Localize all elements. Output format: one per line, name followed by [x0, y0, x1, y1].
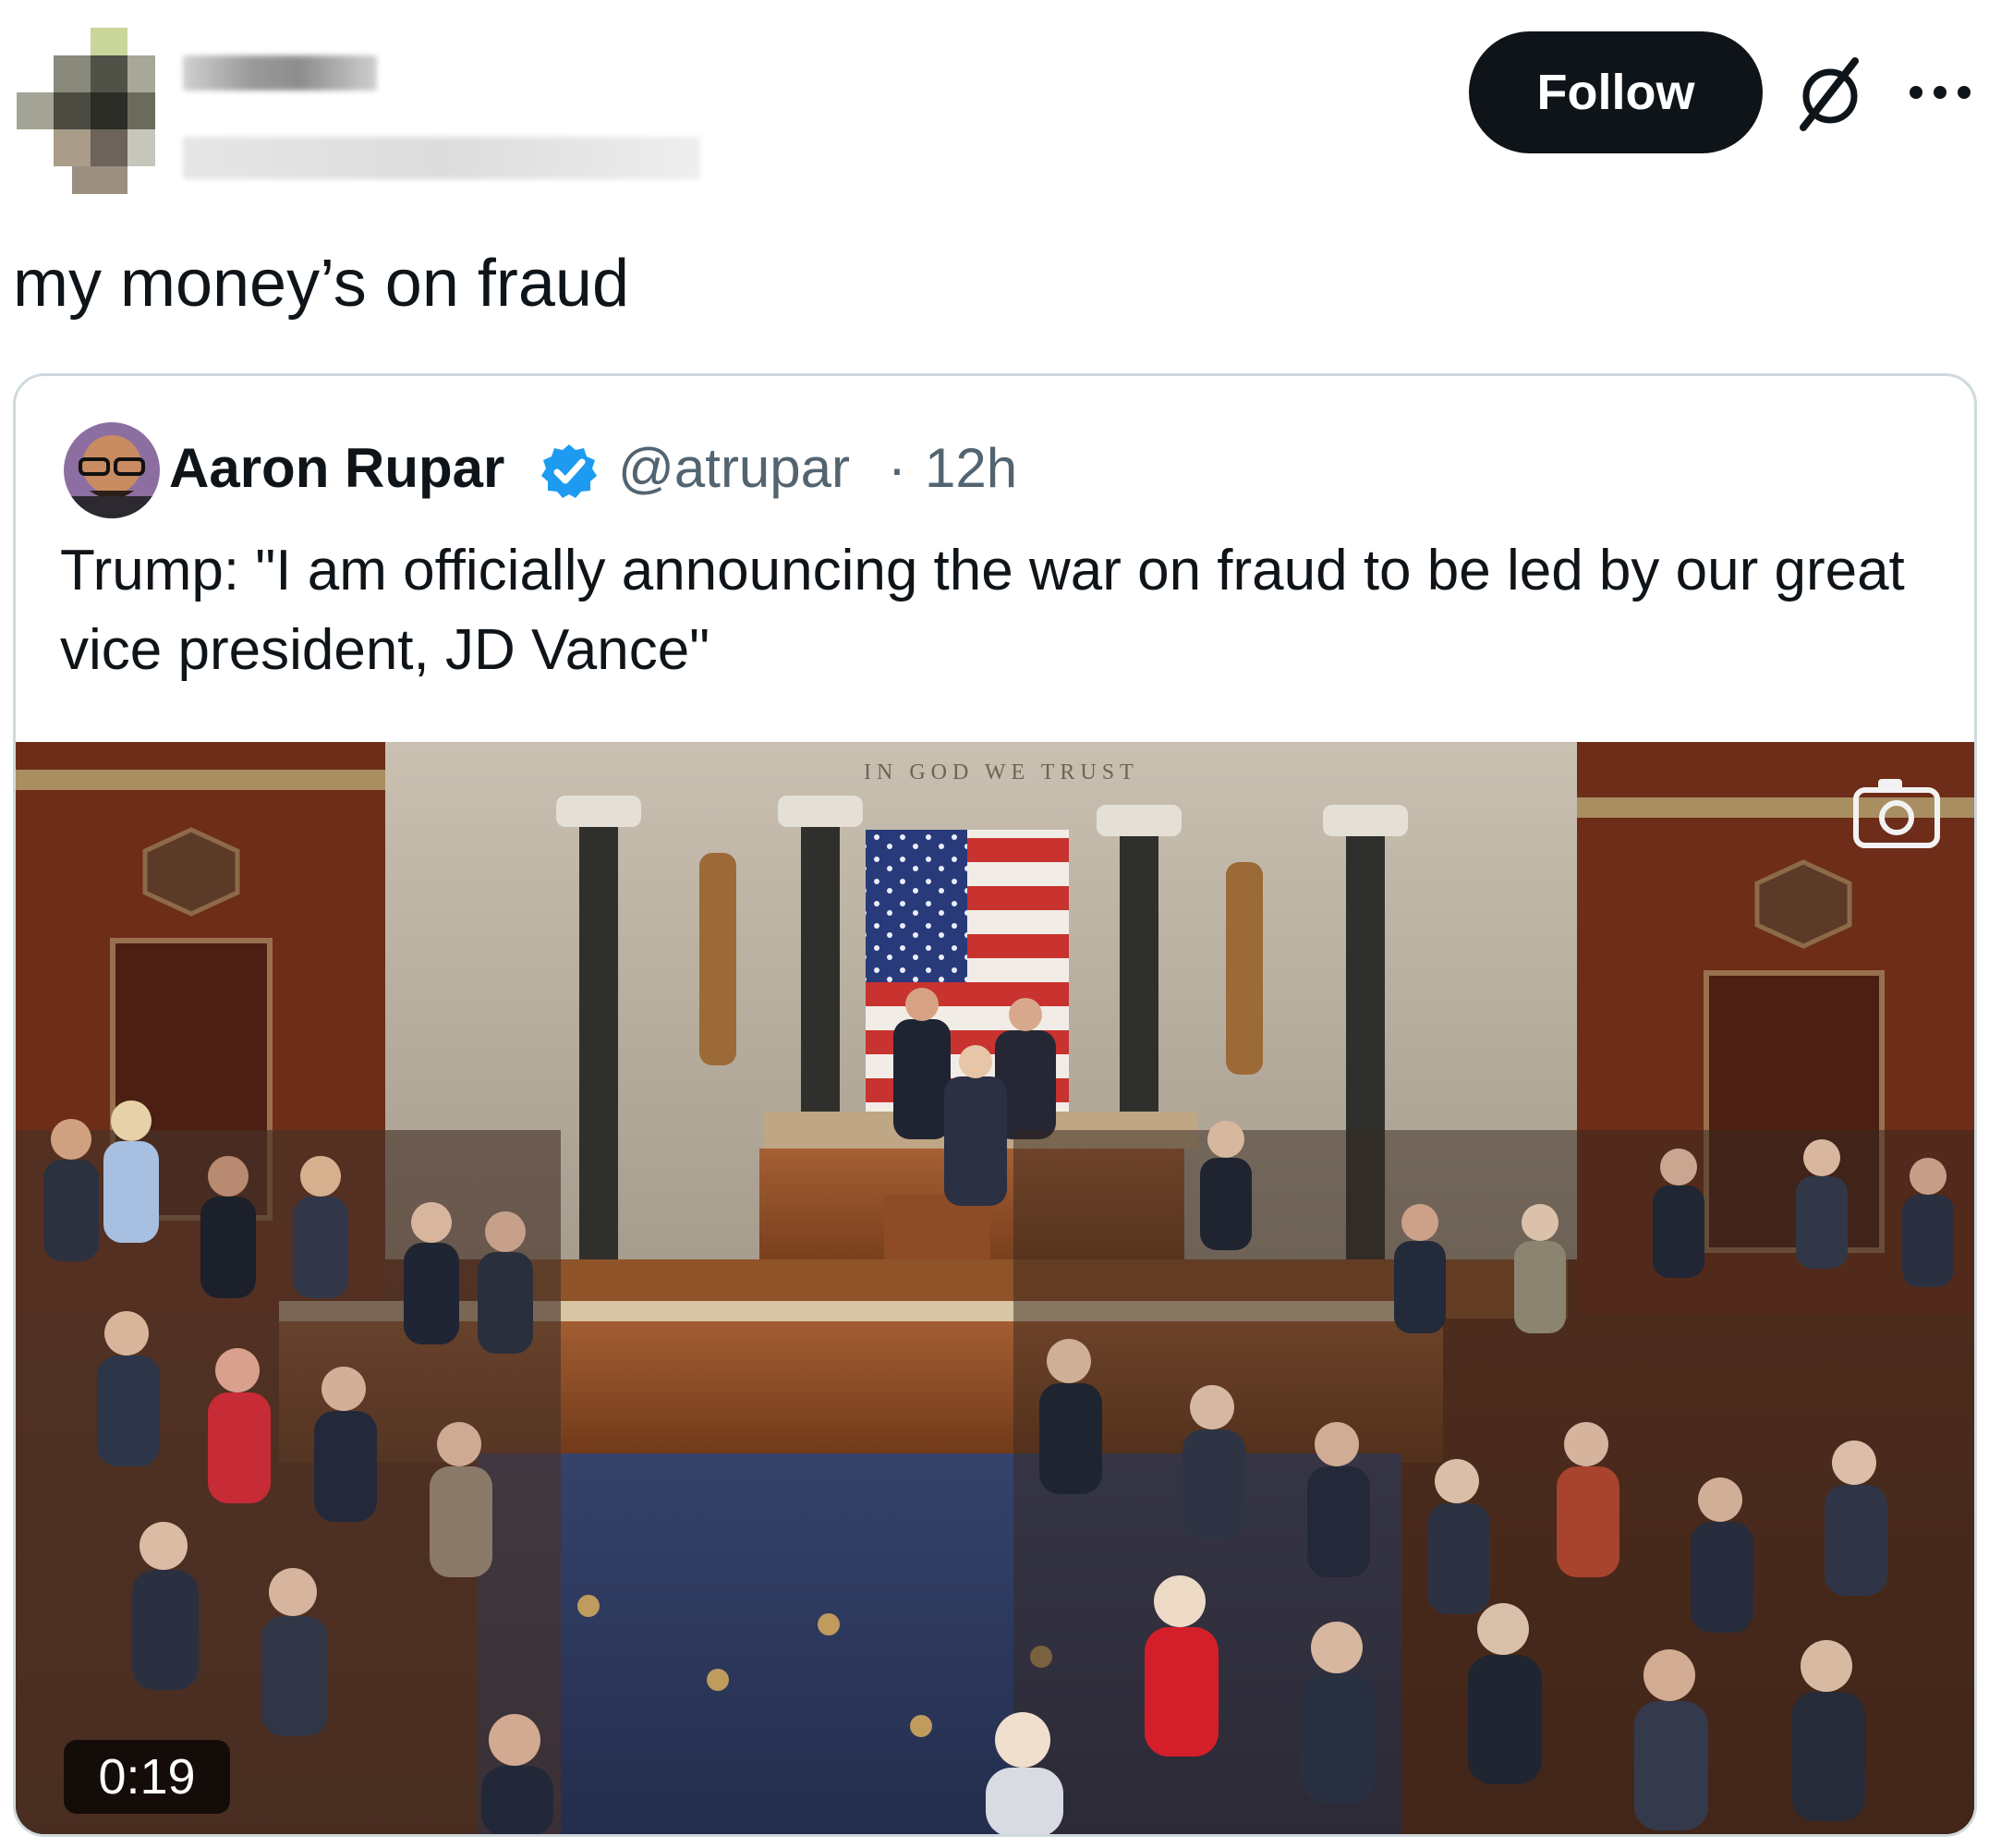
tweet-text: my money’s on fraud — [13, 247, 629, 321]
camera-icon[interactable] — [1850, 773, 1943, 853]
more-dots-icon[interactable] — [1903, 72, 1977, 113]
meta-separator: · — [888, 437, 906, 499]
quoted-tweet-text: Trump: "I am officially announcing the w… — [60, 539, 1905, 682]
video-player[interactable]: IN GOD WE TRUST 0:19 — [16, 742, 1974, 1834]
follow-button[interactable]: Follow — [1469, 31, 1763, 153]
author-handle-redacted[interactable] — [183, 137, 700, 179]
slashed-circle-icon[interactable] — [1792, 54, 1868, 135]
author-avatar[interactable] — [17, 28, 164, 194]
verified-badge-icon — [539, 441, 600, 502]
quoted-author-avatar[interactable] — [64, 422, 160, 518]
video-motto-text: IN GOD WE TRUST — [864, 760, 1139, 784]
author-name-redacted[interactable] — [183, 55, 377, 91]
quoted-tweet-card[interactable]: Aaron Rupar @atrupar · 12h Trump: "I am … — [13, 373, 1977, 1837]
quoted-tweet-time[interactable]: 12h — [925, 433, 1017, 504]
tweet-header: Follow — [0, 0, 1989, 240]
quoted-author-handle[interactable]: @atrupar — [618, 433, 850, 504]
video-frame-image — [16, 742, 1974, 1834]
quoted-author-name[interactable]: Aaron Rupar — [169, 433, 504, 504]
video-duration-badge: 0:19 — [64, 1740, 230, 1814]
